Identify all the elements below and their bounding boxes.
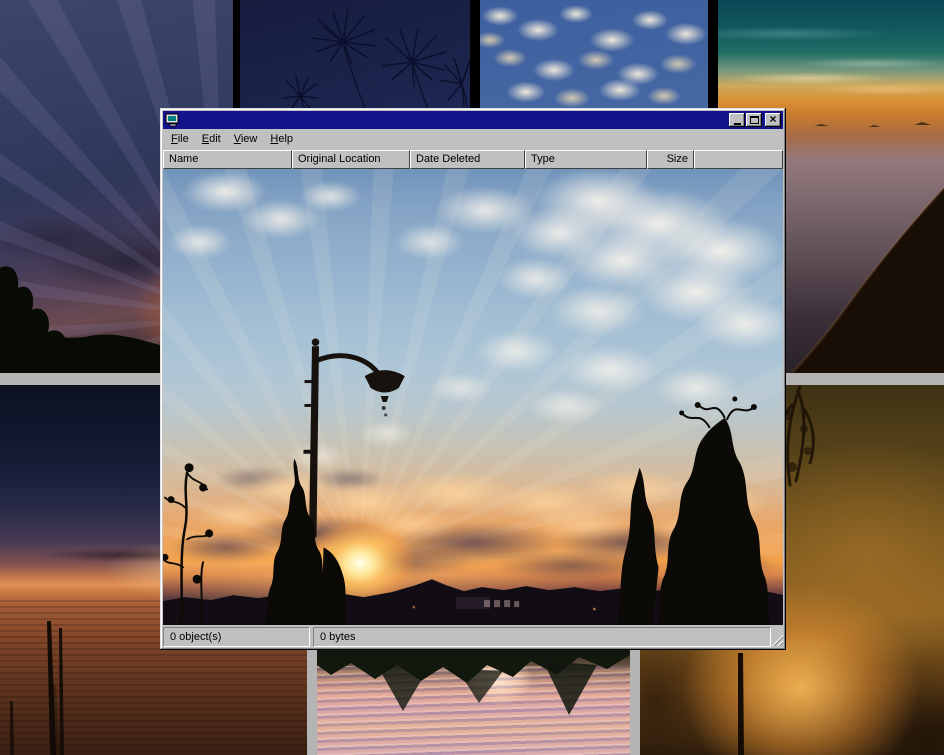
street-lamp-silhouette <box>303 338 404 537</box>
column-header-name[interactable]: Name <box>163 150 292 169</box>
folder-view-background-photo[interactable] <box>163 169 783 625</box>
minimize-button[interactable] <box>729 113 745 127</box>
status-object-count: 0 object(s) <box>163 627 310 647</box>
resize-grip[interactable] <box>771 634 783 646</box>
column-headers: Name Original Location Date Deleted Type… <box>163 150 783 169</box>
close-button[interactable]: × <box>765 113 781 127</box>
menu-file[interactable]: File <box>165 131 196 148</box>
right-trees-silhouette <box>616 397 770 625</box>
minimize-icon <box>734 123 741 125</box>
column-header-original-location[interactable]: Original Location <box>292 150 410 169</box>
status-bar: 0 object(s) 0 bytes <box>163 627 783 647</box>
column-header-size[interactable]: Size <box>647 150 694 169</box>
foreground-silhouettes <box>163 169 783 625</box>
maximize-icon <box>750 116 759 124</box>
computer-icon[interactable] <box>165 113 181 127</box>
maximize-button[interactable] <box>746 113 762 127</box>
column-header-date-deleted[interactable]: Date Deleted <box>410 150 525 169</box>
recycle-bin-window: × File Edit View Help Name Original Loca… <box>160 108 786 650</box>
column-header-type[interactable]: Type <box>525 150 647 169</box>
title-bar[interactable]: × <box>163 111 783 129</box>
menu-help[interactable]: Help <box>264 131 300 148</box>
status-byte-count: 0 bytes <box>313 627 771 647</box>
desktop-collage: × File Edit View Help Name Original Loca… <box>0 0 944 755</box>
column-header-blank[interactable] <box>694 150 783 169</box>
cypress-tree-silhouette <box>264 459 347 625</box>
menu-bar: File Edit View Help <box>163 129 783 150</box>
menu-edit[interactable]: Edit <box>196 131 228 148</box>
menu-view[interactable]: View <box>228 131 265 148</box>
